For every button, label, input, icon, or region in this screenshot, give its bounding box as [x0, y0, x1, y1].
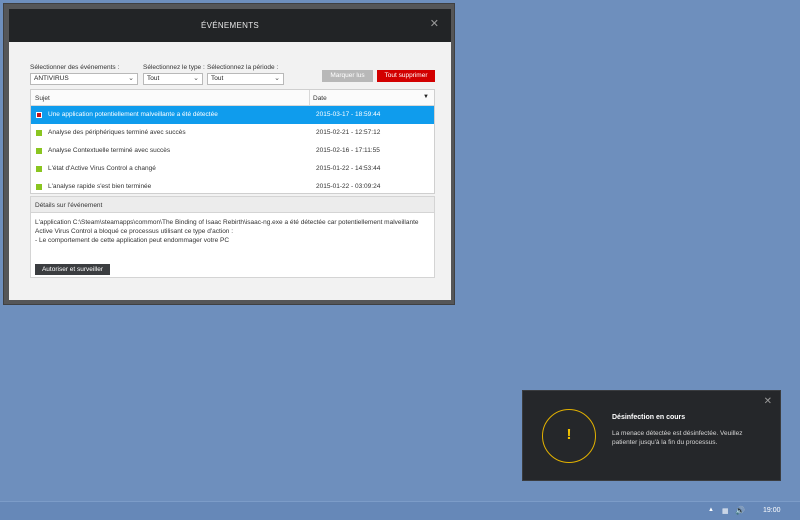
table-header: Sujet Date ▼: [31, 90, 434, 106]
type-filter-label: Sélectionnez le type :: [143, 64, 205, 71]
events-table: Sujet Date ▼ Une application potentielle…: [30, 89, 435, 194]
events-window: ÉVÉNEMENTS ✕ Sélectionner des événements…: [3, 3, 455, 305]
row-date: 2015-01-22 - 03:09:24: [316, 183, 381, 190]
details-line: - Le comportement de cette application p…: [35, 237, 230, 244]
table-row[interactable]: Analyse des périphériques terminé avec s…: [31, 124, 434, 142]
notification-body: La menace détectée est désinfectée. Veui…: [612, 430, 743, 446]
ok-status-icon: [36, 184, 42, 190]
row-subject: Analyse Contextuelle terminé avec succès: [48, 147, 171, 154]
type-select[interactable]: Tout ⌄: [143, 73, 203, 85]
sort-desc-icon[interactable]: ▼: [423, 94, 429, 100]
events-select-value: ANTIVIRUS: [34, 75, 69, 82]
ok-status-icon: [36, 148, 42, 154]
warning-icon: !: [542, 409, 596, 463]
table-row[interactable]: L'état d'Active Virus Control a changé 2…: [31, 160, 434, 178]
details-panel: L'application C:\Steam\steamapps\common\…: [30, 213, 435, 278]
column-divider: [309, 90, 310, 106]
network-icon[interactable]: ▦: [722, 507, 729, 515]
notification-popup: ✕ ! Désinfection en cours La menace déte…: [522, 390, 781, 481]
tray-expand-icon[interactable]: ▲: [708, 507, 714, 513]
window-content: Sélectionner des événements : ANTIVIRUS …: [9, 42, 451, 300]
chevron-down-icon: ⌄: [274, 75, 280, 82]
window-titlebar: ÉVÉNEMENTS ✕: [9, 9, 451, 42]
row-date: 2015-02-21 - 12:57:12: [316, 129, 381, 136]
column-subject[interactable]: Sujet: [35, 95, 50, 102]
mark-read-button[interactable]: Marquer lus: [322, 70, 373, 82]
chevron-down-icon: ⌄: [128, 75, 134, 82]
period-select[interactable]: Tout ⌄: [207, 73, 284, 85]
taskbar-clock[interactable]: 19:00: [763, 507, 781, 514]
row-date: 2015-03-17 - 18:59:44: [316, 111, 381, 118]
close-icon[interactable]: ✕: [430, 19, 439, 30]
type-select-value: Tout: [147, 75, 160, 82]
period-filter-label: Sélectionnez la période :: [207, 64, 279, 71]
row-subject: L'analyse rapide s'est bien terminée: [48, 183, 152, 190]
row-date: 2015-01-22 - 14:53:44: [316, 165, 381, 172]
chevron-down-icon: ⌄: [193, 75, 199, 82]
events-filter-label: Sélectionner des événements :: [30, 64, 120, 71]
row-subject: L'état d'Active Virus Control a changé: [48, 165, 156, 172]
ok-status-icon: [36, 130, 42, 136]
allow-monitor-button[interactable]: Autoriser et surveiller: [35, 264, 110, 275]
volume-icon[interactable]: 🔊: [735, 506, 745, 515]
threat-status-icon: [36, 112, 42, 118]
delete-all-button[interactable]: Tout supprimer: [377, 70, 435, 82]
row-date: 2015-02-16 - 17:11:55: [316, 147, 380, 154]
row-subject: Une application potentiellement malveill…: [48, 111, 218, 118]
window-title: ÉVÉNEMENTS: [200, 21, 260, 30]
table-row[interactable]: Analyse Contextuelle terminé avec succès…: [31, 142, 434, 160]
taskbar: ▲ ▦ 🔊 19:00: [0, 501, 800, 520]
row-subject: Analyse des périphériques terminé avec s…: [48, 129, 186, 136]
close-icon[interactable]: ✕: [764, 396, 772, 407]
exclamation-mark: !: [566, 426, 572, 443]
details-line: Active Virus Control a bloqué ce process…: [35, 228, 234, 235]
notification-title: Désinfection en cours: [612, 414, 686, 421]
period-select-value: Tout: [211, 75, 224, 82]
details-heading: Détails sur l'événement: [30, 196, 435, 213]
column-date[interactable]: Date: [313, 95, 327, 102]
events-select[interactable]: ANTIVIRUS ⌄: [30, 73, 138, 85]
details-line: L'application C:\Steam\steamapps\common\…: [35, 219, 419, 226]
ok-status-icon: [36, 166, 42, 172]
table-row[interactable]: L'analyse rapide s'est bien terminée 201…: [31, 178, 434, 196]
table-row[interactable]: Une application potentiellement malveill…: [31, 106, 434, 124]
